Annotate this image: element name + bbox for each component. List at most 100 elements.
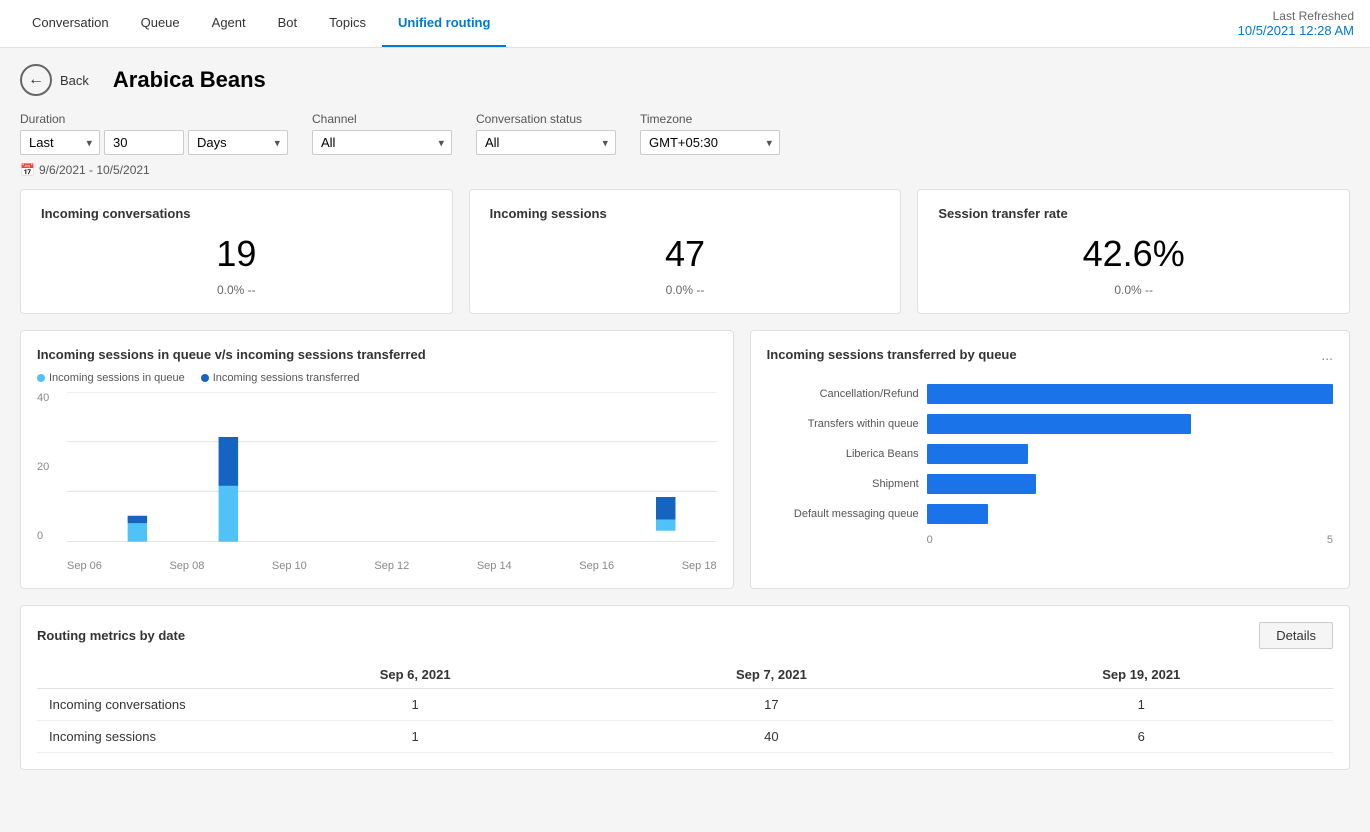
duration-label: Duration [20,112,288,126]
y-label-0: 0 [37,530,49,542]
kpi-incoming-sessions-title: Incoming sessions [490,206,881,221]
routing-metrics-table-card: Routing metrics by date Details Sep 6, 2… [20,605,1350,770]
conversation-status-filter: Conversation status All [476,112,616,155]
kpi-incoming-conversations: Incoming conversations 19 0.0% -- [20,189,453,314]
sessions-chart-svg: 40 20 0 [67,392,717,542]
conversation-status-select[interactable]: All [476,130,616,155]
chart-sessions-queue: Incoming sessions in queue v/s incoming … [20,330,734,589]
x-label-sep12: Sep 12 [374,560,409,572]
legend-transferred: Incoming sessions transferred [201,372,360,384]
conversation-status-label: Conversation status [476,112,616,126]
tab-topics[interactable]: Topics [313,0,382,47]
x-label-sep10: Sep 10 [272,560,307,572]
back-bar: ← Back Arabica Beans [20,64,1350,96]
kpi-incoming-conversations-value: 19 [41,233,432,275]
last-refreshed-label: Last Refreshed [1238,9,1354,23]
hbar-fill-liberica [927,444,1029,464]
back-button[interactable]: ← [20,64,52,96]
timezone-wrapper: GMT+05:30 [640,130,780,155]
hbar-track-transfers [927,414,1333,434]
kpi-incoming-sessions: Incoming sessions 47 0.0% -- [469,189,902,314]
hbar-fill-default [927,504,988,524]
hbar-row-cancellation: Cancellation/Refund [767,384,1333,404]
duration-filter: Duration Last Days [20,112,288,155]
hbar-row-liberica: Liberica Beans [767,444,1333,464]
kpi-incoming-conversations-sub: 0.0% -- [41,283,432,297]
hbar-track-liberica [927,444,1333,464]
legend-queue-label: Incoming sessions in queue [49,372,185,384]
kpi-incoming-sessions-value: 47 [490,233,881,275]
row-sep6-sessions: 1 [237,721,593,753]
col-header-sep19: Sep 19, 2021 [950,661,1333,689]
main-content: ← Back Arabica Beans Duration Last Days [0,48,1370,832]
tab-bot[interactable]: Bot [262,0,314,47]
chart-sessions-queue-title: Incoming sessions in queue v/s incoming … [37,347,717,362]
x-label-sep18: Sep 18 [682,560,717,572]
tab-agent[interactable]: Agent [196,0,262,47]
date-range: 📅 9/6/2021 - 10/5/2021 [20,163,1350,177]
hbar-track-default [927,504,1333,524]
timezone-filter: Timezone GMT+05:30 [640,112,780,155]
x-axis-0: 0 [927,534,933,546]
channel-select[interactable]: All [312,130,452,155]
legend-queue-dot [37,374,45,382]
col-header-sep6: Sep 6, 2021 [237,661,593,689]
chart-sessions-by-queue: Incoming sessions transferred by queue .… [750,330,1350,589]
table-row: Incoming conversations 1 17 1 [37,689,1333,721]
channel-filter: Channel All [312,112,452,155]
more-icon[interactable]: ... [1321,347,1333,363]
x-axis-5: 5 [1327,534,1333,546]
chart-sessions-legend: Incoming sessions in queue Incoming sess… [37,372,717,384]
table-header-cols: Sep 6, 2021 Sep 7, 2021 Sep 19, 2021 [37,661,1333,689]
hbar-label-liberica: Liberica Beans [767,448,927,460]
table-row: Incoming sessions 1 40 6 [37,721,1333,753]
details-button[interactable]: Details [1259,622,1333,649]
row-sep7-conversations: 17 [593,689,949,721]
hbar-fill-transfers [927,414,1191,434]
h-bar-chart: Cancellation/Refund Transfers within que… [767,384,1333,546]
kpi-session-transfer-rate: Session transfer rate 42.6% 0.0% -- [917,189,1350,314]
tab-unified-routing[interactable]: Unified routing [382,0,506,47]
x-label-sep16: Sep 16 [579,560,614,572]
hbar-fill-shipment [927,474,1037,494]
hbar-label-cancellation: Cancellation/Refund [767,388,927,400]
y-label-40: 40 [37,392,49,404]
duration-preset-wrapper: Last [20,130,100,155]
hbar-label-transfers: Transfers within queue [767,418,927,430]
y-label-20: 20 [37,461,49,473]
tab-conversation[interactable]: Conversation [16,0,125,47]
timezone-select[interactable]: GMT+05:30 [640,130,780,155]
hbar-fill-cancellation [927,384,1333,404]
row-label-conversations: Incoming conversations [37,689,237,721]
row-sep19-conversations: 1 [950,689,1333,721]
tab-queue[interactable]: Queue [125,0,196,47]
x-label-sep14: Sep 14 [477,560,512,572]
charts-row: Incoming sessions in queue v/s incoming … [20,330,1350,589]
kpi-row: Incoming conversations 19 0.0% -- Incomi… [20,189,1350,314]
refresh-time-value: 10/5/2021 12:28 AM [1238,23,1354,38]
row-sep19-sessions: 6 [950,721,1333,753]
kpi-incoming-conversations-title: Incoming conversations [41,206,432,221]
kpi-session-transfer-rate-title: Session transfer rate [938,206,1329,221]
table-header-row: Routing metrics by date Details [37,622,1333,649]
duration-value-input[interactable] [104,130,184,155]
duration-unit-wrapper: Days [188,130,288,155]
nav-tabs: Conversation Queue Agent Bot Topics Unif… [16,0,506,47]
row-sep7-sessions: 40 [593,721,949,753]
filters-row: Duration Last Days Channel All [20,112,1350,155]
metrics-table: Sep 6, 2021 Sep 7, 2021 Sep 19, 2021 Inc… [37,661,1333,753]
col-header-empty [37,661,237,689]
col-header-sep7: Sep 7, 2021 [593,661,949,689]
chart-sessions-by-queue-title: Incoming sessions transferred by queue [767,347,1017,362]
channel-label: Channel [312,112,452,126]
hbar-row-default: Default messaging queue [767,504,1333,524]
duration-preset-select[interactable]: Last [20,130,100,155]
hbar-row-transfers: Transfers within queue [767,414,1333,434]
table-title: Routing metrics by date [37,628,185,643]
row-label-sessions: Incoming sessions [37,721,237,753]
legend-transferred-label: Incoming sessions transferred [213,372,360,384]
back-label[interactable]: Back [60,73,89,88]
kpi-incoming-sessions-sub: 0.0% -- [490,283,881,297]
last-refreshed: Last Refreshed 10/5/2021 12:28 AM [1238,9,1354,38]
duration-unit-select[interactable]: Days [188,130,288,155]
